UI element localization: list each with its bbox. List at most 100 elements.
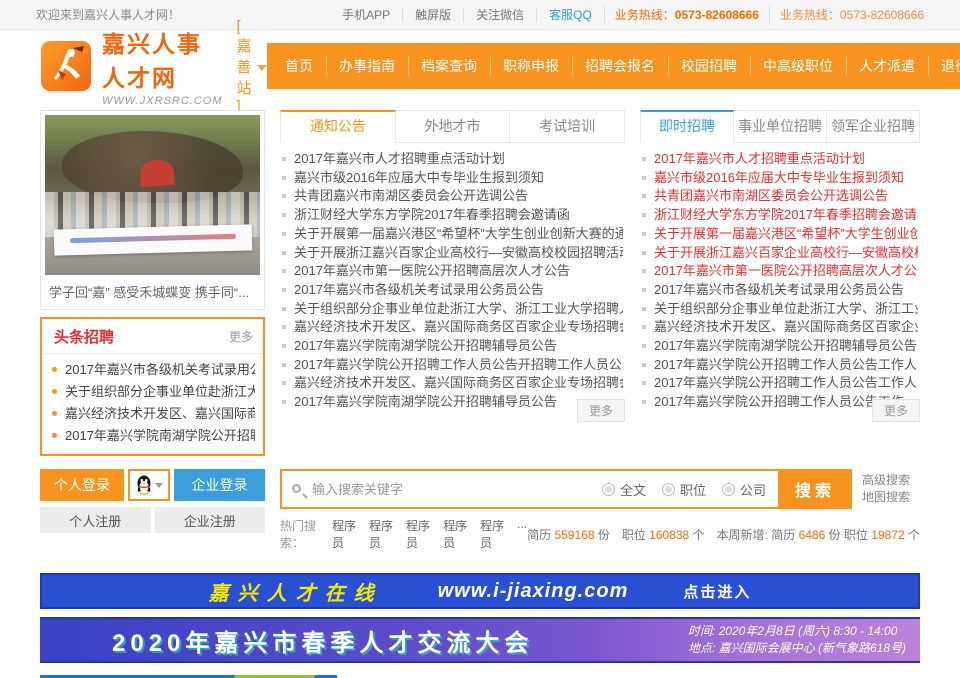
left-column: 学子回“嘉” 感受禾城蝶变 携手同“... 头条招聘 更多 2017年嘉兴市各级… [40, 110, 265, 456]
hotline-number-2: 0573-82608666 [840, 8, 924, 22]
nav-item[interactable]: 退役军人招聘 [928, 56, 960, 76]
list-item[interactable]: 2017年嘉兴市各级机关考试录用公务员公告 [642, 281, 918, 300]
notice-more-button[interactable]: 更多 [577, 399, 625, 422]
hot-word-link[interactable]: 程序员 [369, 517, 399, 551]
advanced-search-link[interactable]: 高级搜索 [862, 472, 920, 489]
hot-word-link[interactable]: 程序员 [332, 517, 362, 551]
hot-word-link[interactable]: ... [517, 517, 527, 551]
company-register-button[interactable]: 企业注册 [155, 507, 266, 533]
job-fair-banner[interactable]: 2020年嘉兴市春季人才交流大会 时间: 2020年2月8日 (周六) 8:30… [40, 617, 920, 663]
list-item[interactable]: 关于开展浙江嘉兴百家企业高校行—安徽高校校园招聘活动的通... [282, 244, 623, 263]
list-item[interactable]: 2017年嘉兴市人才招聘重点活动计划 [642, 150, 918, 169]
map-search-link[interactable]: 地图搜索 [862, 489, 920, 506]
hot-word-link[interactable]: 程序员 [406, 517, 436, 551]
list-item[interactable]: 2017年嘉兴学院南湖学院公开招聘辅... [52, 425, 255, 447]
list-item[interactable]: 嘉兴经济技术开发区、嘉兴国际商务... [52, 403, 255, 425]
tab[interactable]: 事业单位招聘 [734, 110, 827, 143]
personal-register-button[interactable]: 个人注册 [40, 507, 151, 533]
main-nav: 首页办事指南档案查询职称申报招聘会报名校园招聘中高级职位人才派遣退役军人招聘 [267, 43, 960, 89]
list-item[interactable]: 浙江财经大学东方学院2017年春季招聘会邀请函 [642, 206, 918, 225]
tab[interactable]: 通知公告 [280, 110, 396, 143]
search-input[interactable] [282, 471, 602, 507]
qq-login-dropdown[interactable] [128, 469, 170, 501]
site-logo-icon[interactable] [40, 40, 92, 92]
login-area: 个人登录 [40, 469, 265, 533]
search-button[interactable]: 搜索 [778, 469, 852, 509]
tab[interactable]: 即时招聘 [640, 110, 734, 143]
notice-tabs: 通知公告外地才市考试培训 [280, 110, 625, 143]
header: 嘉兴人事人才网 WWW.JXRSRC.COM [ 嘉善站 ] 首页办事指南档案查… [40, 30, 920, 102]
hotline-number: 0573-82608666 [675, 8, 759, 22]
banner-cloth-graphic [53, 224, 251, 255]
scope-radio[interactable]: 公司 [722, 480, 766, 499]
list-item[interactable]: 2017年嘉兴市各级机关考试录用公务... [52, 359, 255, 381]
chevron-down-icon [257, 65, 267, 71]
list-item[interactable]: 关于开展第一届嘉兴港区“希望杯”大学生创业创新大赛的通知 [282, 225, 623, 244]
list-item[interactable]: 嘉兴经济技术开发区、嘉兴国际商务区百家企业专场招聘会公告 [282, 374, 623, 393]
hot-word-link[interactable]: 程序员 [443, 517, 473, 551]
list-item[interactable]: 嘉兴经济技术开发区、嘉兴国际商务区百家企业专场招聘会公告 [282, 318, 623, 337]
scope-radio[interactable]: 职位 [662, 480, 706, 499]
list-item[interactable]: 2017年嘉兴学院南湖学院公开招聘辅导员公告 [642, 337, 918, 356]
list-item[interactable]: 2017年嘉兴学院南湖学院公开招聘辅导员公告 [282, 337, 623, 356]
list-item[interactable]: 2017年嘉兴市各级机关考试录用公务员公告 [282, 281, 623, 300]
search-bar: 全文职位公司 搜索 [280, 469, 852, 509]
nav-item[interactable]: 招聘会报名 [572, 56, 668, 76]
recruit-tabs: 即时招聘事业单位招聘领军企业招聘 [640, 110, 920, 143]
personal-login-button[interactable]: 个人登录 [40, 469, 124, 501]
list-item[interactable]: 浙江财经大学东方学院2017年春季招聘会邀请函 [282, 206, 623, 225]
list-item[interactable]: 2017年嘉兴市人才招聘重点活动计划 [282, 150, 623, 169]
hotline-primary: 业务热线：0573-82608666 [604, 6, 769, 23]
nav-item[interactable]: 职称申报 [490, 56, 572, 76]
stat-segment: 个 本周新增: 简历 [689, 528, 798, 542]
scope-radio[interactable]: 全文 [602, 480, 646, 499]
nav-item[interactable]: 校园招聘 [668, 56, 750, 76]
hot-word-link[interactable]: 程序员 [480, 517, 510, 551]
list-item[interactable]: 2017年嘉兴市第一医院公开招聘高层次人才公告 [642, 262, 918, 281]
ads-row: 中国移动 China Mobile 真young！花young～ bilibil… [40, 673, 920, 678]
topbar-link[interactable]: 触屏版 [402, 8, 463, 22]
nav-item[interactable]: 首页 [273, 56, 326, 76]
tab[interactable]: 考试培训 [510, 110, 625, 143]
headline-list: 2017年嘉兴市各级机关考试录用公务...关于组织部分企事业单位赴浙江大学...… [42, 354, 263, 454]
photo-caption[interactable]: 学子回“嘉” 感受禾城蝶变 携手同“... [45, 275, 260, 305]
list-item[interactable]: 关于开展浙江嘉兴百家企业高校行—安徽高校校园... [642, 244, 918, 263]
list-item[interactable]: 关于组织部分企事业单位赴浙江大学、浙江工业大... [642, 300, 918, 319]
news-photo-card[interactable]: 学子回“嘉” 感受禾城蝶变 携手同“... [40, 110, 265, 310]
list-item[interactable]: 2017年嘉兴学院公开招聘工作人员公告工作人员... [642, 374, 918, 393]
headline-more-link[interactable]: 更多 [229, 328, 253, 345]
tab[interactable]: 外地才市 [396, 110, 511, 143]
nav-item[interactable]: 中高级职位 [750, 56, 846, 76]
nav-item[interactable]: 人才派遣 [846, 56, 928, 76]
list-item[interactable]: 嘉兴经济技术开发区、嘉兴国际商务区百家企业专... [642, 318, 918, 337]
list-item[interactable]: 2017年嘉兴学院公开招聘工作人员公告工作人员... [642, 356, 918, 375]
topbar-link-group: 手机APP触屏版关注微信客服QQ [330, 6, 604, 23]
site-name: 嘉兴人事人才网 [102, 25, 223, 93]
list-item[interactable]: 嘉兴市级2016年应届大中专毕业生报到须知 [282, 169, 623, 188]
list-item[interactable]: 2017年嘉兴学院公开招聘工作人员公告开招聘工作人员公告开... [282, 356, 623, 375]
topbar-link[interactable]: 客服QQ [536, 8, 604, 22]
list-item[interactable]: 关于开展第一届嘉兴港区“希望杯”大学生创业创... [642, 225, 918, 244]
topbar-link[interactable]: 手机APP [330, 8, 402, 22]
company-login-button[interactable]: 企业登录 [174, 469, 265, 501]
nav-item[interactable]: 档案查询 [408, 56, 490, 76]
list-item[interactable]: 共青团嘉兴市南湖区委员会公开选调公告 [642, 187, 918, 206]
stat-segment: 份 职位 [825, 528, 871, 542]
talent-online-banner[interactable]: 嘉兴人才在线 www.i-jiaxing.com 点击进入 [40, 573, 920, 609]
list-item[interactable]: 共青团嘉兴市南湖区委员会公开选调公告 [282, 187, 623, 206]
radio-icon [602, 483, 615, 496]
list-item[interactable]: 关于组织部分企事业单位赴浙江大学、浙江工业大学招聘人才的... [282, 300, 623, 319]
tab[interactable]: 领军企业招聘 [827, 110, 920, 143]
banner-url: www.i-jiaxing.com [438, 580, 629, 603]
qq-penguin-icon [135, 475, 153, 495]
list-item[interactable]: 2017年嘉兴市第一医院公开招聘高层次人才公告 [282, 262, 623, 281]
stat-segment: 个 [905, 528, 920, 542]
nav-item[interactable]: 办事指南 [326, 56, 408, 76]
list-item[interactable]: 关于组织部分企事业单位赴浙江大学... [52, 381, 255, 403]
topbar-link[interactable]: 关注微信 [463, 8, 536, 22]
station-selector[interactable]: [ 嘉善站 ] [237, 18, 267, 115]
page: 欢迎来到嘉兴人事人才网！ 手机APP触屏版关注微信客服QQ 业务热线：0573-… [0, 0, 960, 678]
list-item[interactable]: 嘉兴市级2016年应届大中专毕业生报到须知 [642, 169, 918, 188]
recruit-more-button[interactable]: 更多 [872, 399, 920, 422]
list-item[interactable]: 2017年嘉兴学院南湖学院公开招聘辅导员公告 [282, 393, 623, 412]
